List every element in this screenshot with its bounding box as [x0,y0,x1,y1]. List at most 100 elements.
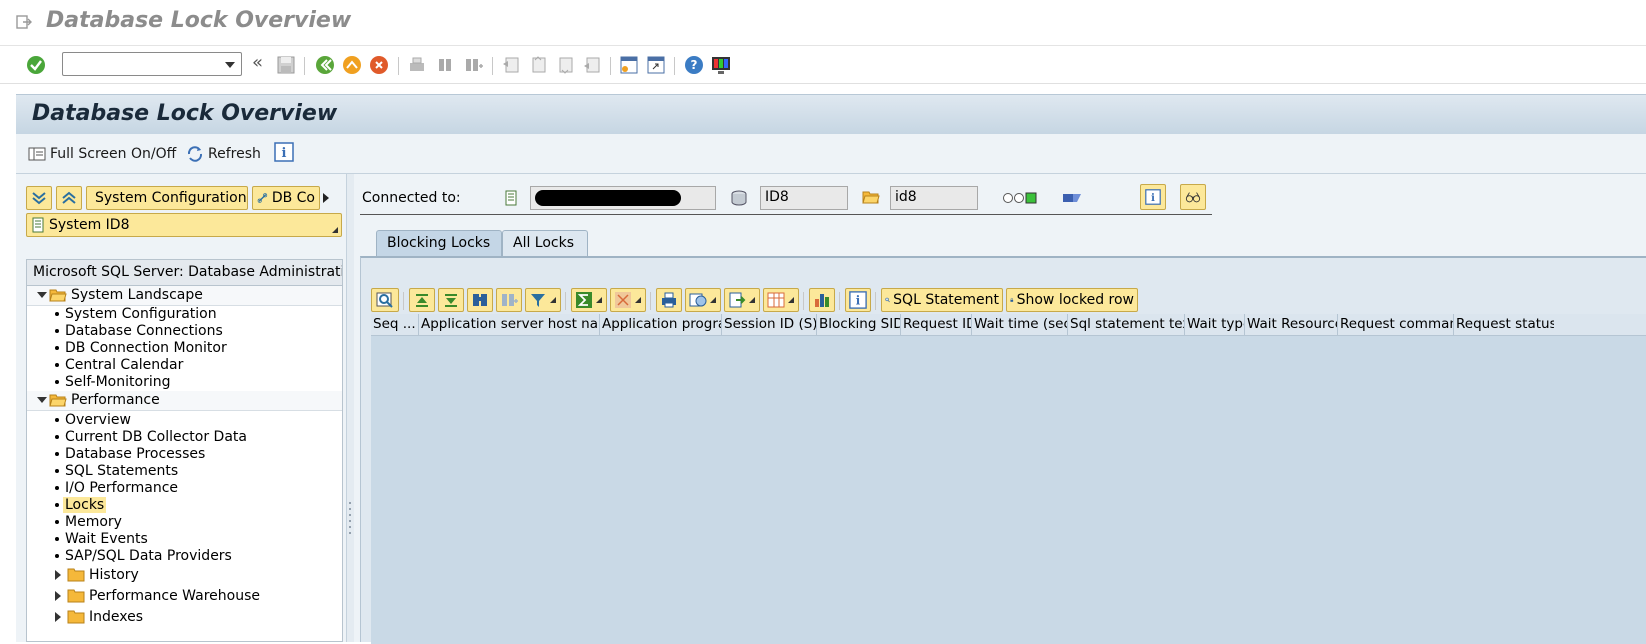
bullet-icon [55,520,59,524]
command-field[interactable] [62,52,242,76]
expand-all-button[interactable] [26,186,52,210]
column-header-request-command[interactable]: Request command [1338,314,1454,336]
dropdown-corner-icon [596,297,602,303]
fullscreen-button[interactable]: Full Screen On/Off [28,142,176,166]
column-header-app-server-host[interactable]: Application server host name [419,314,600,336]
find-next-button[interactable] [496,288,522,312]
tree-item-current-db-collector-data[interactable]: Current DB Collector Data [27,429,342,447]
print-preview-button[interactable] [656,288,682,312]
tree-item-self-monitoring[interactable]: Self-Monitoring [27,374,342,392]
column-header-wait-type[interactable]: Wait type [1185,314,1245,336]
customize-layout-icon[interactable] [710,54,732,76]
tree-item-io-performance[interactable]: I/O Performance [27,480,342,498]
tree-item-sap-sql-data-providers[interactable]: SAP/SQL Data Providers [27,548,342,566]
column-header-seq[interactable]: Seq ... [371,314,419,336]
enter-check-icon[interactable] [25,54,47,76]
new-session-icon[interactable] [618,54,640,76]
tab-blocking-locks[interactable]: Blocking Locks [376,230,502,256]
system-configuration-label: System Configuration [95,190,247,206]
system-configuration-button[interactable]: System Configuration [86,186,248,210]
collapse-chevron-icon[interactable]: « [252,52,263,73]
subtotal-button[interactable] [610,288,646,312]
dropdown-corner-icon[interactable] [332,227,338,233]
info-button[interactable]: i [1140,184,1166,210]
sql-statement-button[interactable]: SQL Statement [881,288,1003,312]
bullet-icon [55,418,59,422]
tree-folder-performance[interactable]: Performance [27,391,342,411]
tree-folder-performance-warehouse[interactable]: Performance Warehouse [27,587,342,607]
splitter-grip-icon[interactable] [348,500,352,536]
find-next-icon[interactable] [462,54,484,76]
column-header-sql-statement-text[interactable]: Sql statement text [1068,314,1185,336]
tree-folder-system-landscape[interactable]: System Landscape [27,286,342,306]
chevron-down-icon[interactable] [225,62,235,68]
panel-splitter[interactable] [346,174,354,642]
back-icon[interactable] [314,54,336,76]
bullet-icon [55,380,59,384]
print-icon[interactable] [406,54,428,76]
show-locked-row-button[interactable]: Show locked row [1006,288,1138,312]
db-connections-button[interactable]: DB Co [252,186,320,210]
collapse-arrow-icon[interactable] [37,397,47,403]
column-header-request-status[interactable]: Request status [1454,314,1554,336]
shortcut-icon[interactable] [645,54,667,76]
cancel-icon[interactable] [368,54,390,76]
tree-item-central-calendar[interactable]: Central Calendar [27,357,342,375]
glasses-button[interactable] [1180,184,1206,210]
tree-item-system-configuration[interactable]: System Configuration [27,306,342,324]
refresh-button[interactable]: Refresh [186,142,261,166]
first-page-icon[interactable] [500,54,522,76]
bullet-icon [55,503,59,507]
tree-item-wait-events[interactable]: Wait Events [27,531,342,549]
views-icon [689,293,707,307]
column-header-session-id[interactable]: Session ID (S) [722,314,817,336]
tree-item-database-processes[interactable]: Database Processes [27,446,342,464]
collapse-arrow-icon[interactable] [37,292,47,298]
tree-item-sql-statements[interactable]: SQL Statements [27,463,342,481]
scroll-right-icon[interactable] [322,193,330,203]
tree-item-overview[interactable]: Overview [27,412,342,430]
column-header-wait-time[interactable]: Wait time (sec) [972,314,1068,336]
tree-item-locks[interactable]: Locks [27,497,342,515]
last-page-icon[interactable] [581,54,603,76]
status-lights-icon [1003,192,1037,204]
find-button[interactable] [467,288,493,312]
save-icon[interactable] [275,54,297,76]
details-icon [376,292,393,308]
tree-folder-indexes[interactable]: Indexes [27,608,342,628]
collapse-all-button[interactable] [56,186,82,210]
filter-button[interactable] [525,288,561,312]
expand-arrow-icon[interactable] [55,612,61,622]
system-selector[interactable]: System ID8 [26,213,342,237]
find-icon[interactable] [434,54,456,76]
column-header-request-id[interactable]: Request ID [901,314,972,336]
grid-info-button[interactable]: i [845,288,871,312]
sort-descending-button[interactable] [438,288,464,312]
locks-grid: Seq ... Application server host name App… [371,314,1646,644]
column-header-wait-resource[interactable]: Wait Resource [1245,314,1338,336]
expand-arrow-icon[interactable] [55,570,61,580]
layout-button[interactable] [763,288,799,312]
tree-item-memory[interactable]: Memory [27,514,342,532]
tree-folder-history[interactable]: History [27,566,342,586]
total-button[interactable] [571,288,607,312]
exit-menu-icon[interactable] [16,15,32,29]
db-connections-label: DB Co [271,190,315,206]
help-icon[interactable]: ? [683,54,705,76]
info-icon[interactable]: i [274,142,294,162]
tree-item-database-connections[interactable]: Database Connections [27,323,342,341]
column-header-app-program[interactable]: Application program [600,314,722,336]
expand-arrow-icon[interactable] [55,591,61,601]
export-button[interactable] [724,288,760,312]
details-button[interactable] [371,288,399,312]
tab-all-locks[interactable]: All Locks [502,230,588,256]
next-page-icon[interactable] [554,54,576,76]
open-folder-icon [49,289,67,302]
graphic-button[interactable] [809,288,835,312]
sort-ascending-button[interactable] [409,288,435,312]
tree-item-db-connection-monitor[interactable]: DB Connection Monitor [27,340,342,358]
column-header-blocking-sid[interactable]: Blocking SID [817,314,901,336]
previous-page-icon[interactable] [527,54,549,76]
views-button[interactable] [685,288,721,312]
exit-icon[interactable] [341,54,363,76]
